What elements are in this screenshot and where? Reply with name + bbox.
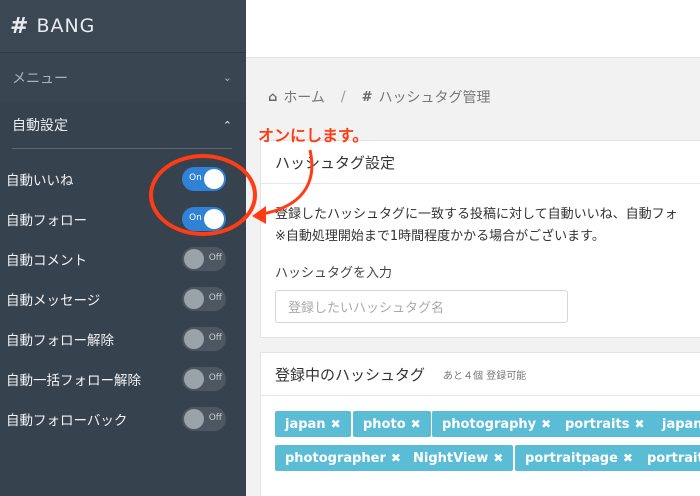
annotation-text: オンにします。 [258,126,369,145]
registered-title: 登録中のハッシュタグ [275,365,426,384]
auto-message-switch[interactable]: Off [182,287,226,311]
toggle-label: 自動フォローバック [6,413,128,429]
switch-state: Off [208,333,222,343]
switch-state: Off [208,293,222,303]
hashtag-chip[interactable]: japan ✖ [275,411,351,437]
breadcrumb-home[interactable]: ホーム [283,87,325,107]
hashtag-chip[interactable]: portraits ✖ [555,411,655,437]
top-header [246,0,700,58]
hashtag-chip[interactable]: photographer ✖ [275,445,411,471]
hashtag-chip-label: photography [442,416,537,432]
hashtag-chip-label: japan [285,416,326,432]
switch-knob [204,169,224,189]
auto-settings-section-toggle[interactable]: 自動設定 ⌃ [0,102,246,148]
toggle-row-auto-comment: 自動コメント Off [0,239,246,279]
auto-unfollow-switch[interactable]: Off [182,327,226,351]
toggle-row-auto-follow: 自動フォロー On [0,199,246,239]
toggle-row-auto-like: 自動いいね On [0,159,246,199]
toggle-label: 自動フォロー解除 [6,333,114,349]
switch-knob [184,409,204,429]
toggle-label: 自動いいね [6,173,74,189]
toggle-row-auto-unfollow: 自動フォロー解除 Off [0,319,246,359]
hashtag-chip-label: japan [662,416,700,432]
remove-icon[interactable]: ✖ [391,451,401,465]
brand-name: BANG [36,15,96,37]
hashtag-input-label: ハッシュタグを入力 [275,266,393,281]
switch-state: Off [208,373,222,383]
card-title: ハッシュタグ設定 [261,141,700,184]
breadcrumb-current: ハッシュタグ管理 [378,90,491,106]
description: 登録したハッシュタグに一致する投稿に対して自動いいね、自動フォ ※自動処理開始ま… [261,184,700,248]
switch-state: On [189,213,202,223]
switch-state: On [189,173,202,183]
auto-like-switch[interactable]: On [182,167,226,191]
hash-icon: # [10,13,29,39]
toggle-row-auto-bulk-unfollow: 自動一括フォロー解除 Off [0,359,246,399]
remaining-count: あと４個 登録可能 [443,370,527,382]
switch-state: Off [208,253,222,263]
card-title: 登録中のハッシュタグ あと４個 登録可能 [261,353,700,396]
hash-icon: # [361,89,373,105]
hashtag-chip-label: photographer [285,450,386,466]
switch-knob [184,329,204,349]
hashtag-chip[interactable]: japan✖ [652,411,700,437]
auto-comment-switch[interactable]: Off [182,247,226,271]
auto-follow-switch[interactable]: On [182,207,226,231]
menu-section-toggle[interactable]: メニュー ⌄ [0,52,246,102]
hashtag-chip-label: photo [363,416,406,432]
switch-knob [184,369,204,389]
description-line-1: 登録したハッシュタグに一致する投稿に対して自動いいね、自動フォ [275,207,678,222]
switch-knob [204,209,224,229]
toggle-label: 自動フォロー [6,213,87,229]
description-line-2: ※自動処理開始まで1時間程度かかる場合がございます。 [275,229,605,244]
toggle-label: 自動一括フォロー解除 [6,373,141,389]
toggle-list: 自動いいね On 自動フォロー On 自動コメント Off 自動メッセージ Of… [0,149,246,439]
chevron-up-icon: ⌃ [222,118,232,132]
toggle-row-auto-followback: 自動フォローバック Off [0,399,246,439]
menu-label: メニュー [12,70,68,87]
toggle-row-auto-message: 自動メッセージ Off [0,279,246,319]
hashtag-chip[interactable]: photography ✖ [432,411,562,437]
remove-icon[interactable]: ✖ [541,417,551,431]
hashtag-chip-label: portraitpage [525,450,618,466]
breadcrumb: ⌂ ホーム / # ハッシュタグ管理 [268,87,491,107]
hashtag-chip[interactable]: NightView ✖ [403,445,514,471]
hashtag-chip[interactable]: portraitpage ✖ [515,445,643,471]
registered-hashtags-card: 登録中のハッシュタグ あと４個 登録可能 japan ✖ photo ✖ photo… [260,352,700,496]
auto-settings-label: 自動設定 [12,118,68,134]
sidebar: # BANG メニュー ⌄ 自動設定 ⌃ 自動いいね On 自動フォロー On … [0,0,246,496]
breadcrumb-separator: / [340,89,346,105]
toggle-label: 自動メッセージ [6,293,101,309]
remove-icon[interactable]: ✖ [634,417,644,431]
hashtag-settings-card: ハッシュタグ設定 登録したハッシュタグに一致する投稿に対して自動いいね、自動フォ… [260,140,700,338]
hashtag-chip[interactable]: portraitp [637,445,700,471]
remove-icon[interactable]: ✖ [493,451,503,465]
hashtag-input[interactable]: 登録したいハッシュタグ名 [275,290,568,323]
auto-followback-switch[interactable]: Off [182,407,226,431]
auto-bulk-unfollow-switch[interactable]: Off [182,367,226,391]
toggle-label: 自動コメント [6,253,87,269]
remove-icon[interactable]: ✖ [411,417,421,431]
hashtag-chip-label: portraits [565,416,630,432]
hashtag-chip[interactable]: photo ✖ [353,411,431,437]
switch-knob [184,249,204,269]
remove-icon[interactable]: ✖ [623,451,633,465]
brand-logo[interactable]: # BANG [0,0,246,52]
home-icon: ⌂ [268,89,278,105]
remove-icon[interactable]: ✖ [331,417,341,431]
hashtag-chip-label: portraitp [647,450,700,466]
hashtag-chip-label: NightView [413,450,489,466]
switch-knob [184,289,204,309]
switch-state: Off [208,413,222,423]
chevron-down-icon: ⌄ [222,71,232,84]
